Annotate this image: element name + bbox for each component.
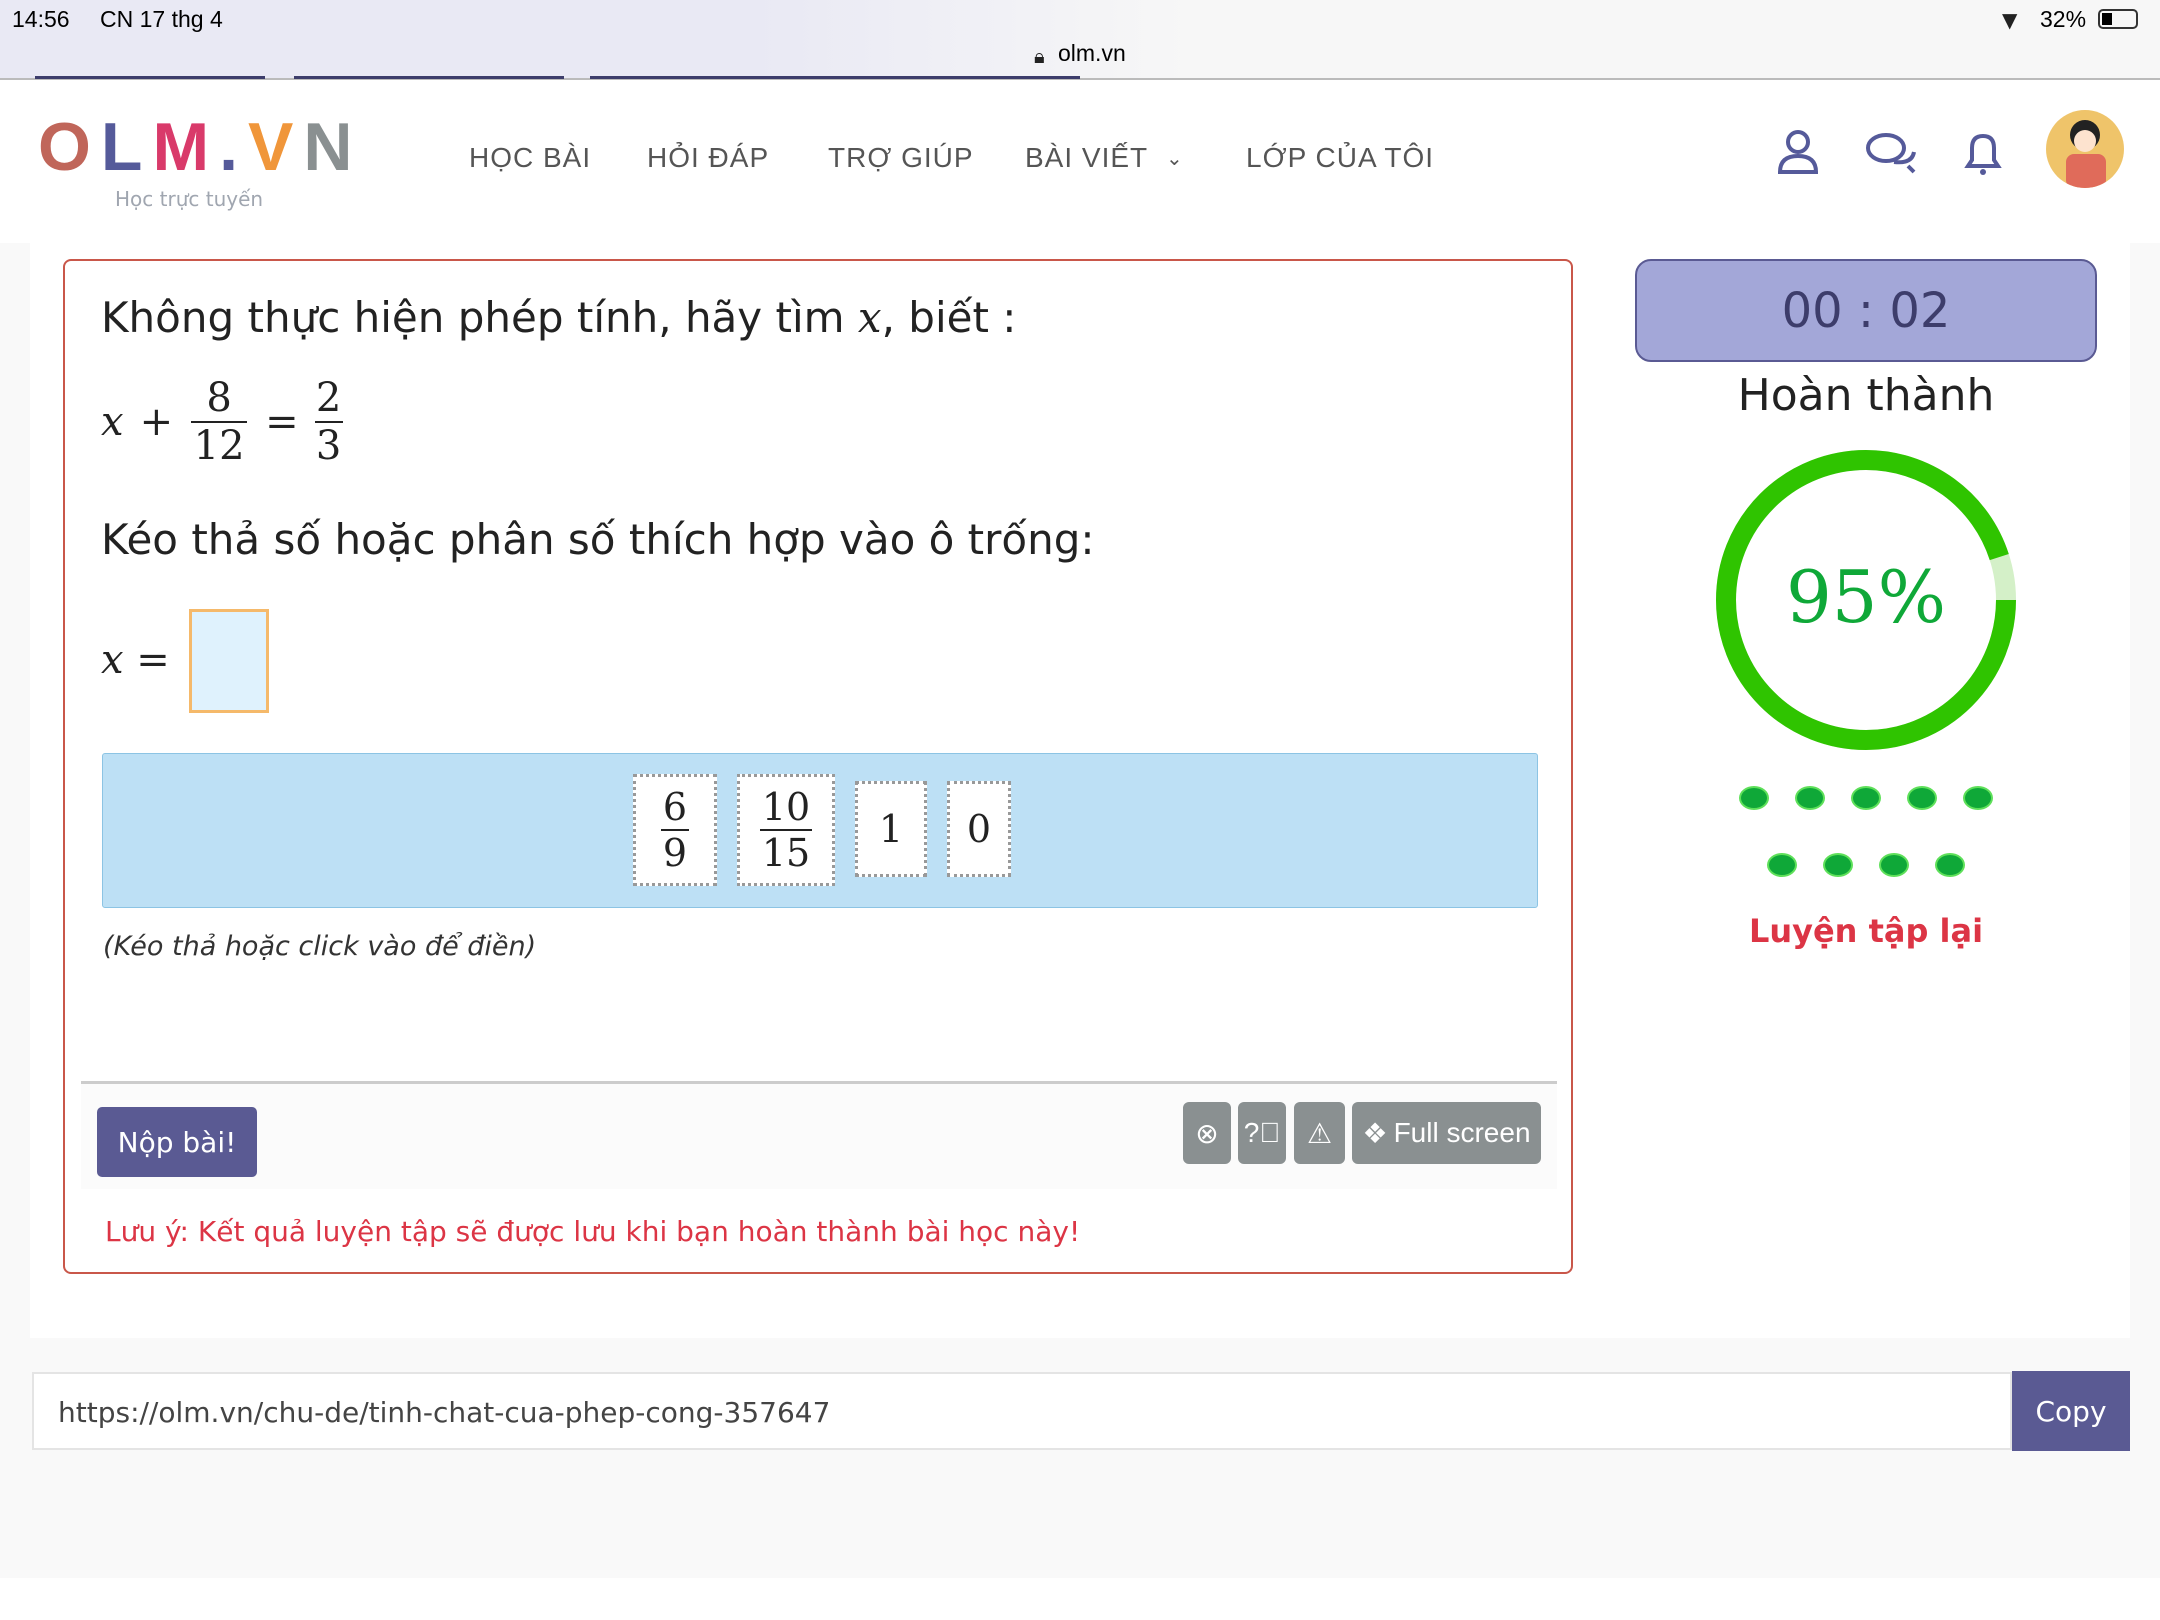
eq-variable: x [101,399,124,445]
bell-icon[interactable] [1962,128,2004,178]
eq-equals: = [265,399,299,445]
battery-icon [2098,9,2138,29]
progress-label: 95% [1785,555,1947,639]
x-circle-icon[interactable]: ⊗ [1183,1102,1231,1164]
question-prompt: Không thực hiện phép tính, hãy tìm x, bi… [101,293,1016,342]
answer-drop-slot[interactable] [189,609,269,713]
eq-plus: + [139,399,174,445]
timer: 00 : 02 [1635,259,2097,362]
tab-indicator [35,76,265,79]
options-tray: 69 10 15 1 0 [102,753,1538,908]
logo-letter: N [303,109,363,185]
logo-tagline: Học trực tuyến [115,187,264,211]
logo-letter: O [38,109,101,185]
question-dot[interactable] [1739,786,1769,810]
warning-icon[interactable]: ⚠︎ [1294,1102,1345,1164]
numerator: 8 [206,375,232,421]
lock-icon: 🔒︎ [1034,44,1045,68]
logo-letter: L [100,109,153,185]
save-note: Lưu ý: Kết quả luyện tập sẽ được lưu khi… [105,1215,1081,1248]
answer-label: x = [101,637,170,683]
compress-icon: ❖ [1362,1117,1388,1149]
hint-text: (Kéo thả hoặc click vào để điền) [103,931,537,962]
question-dot[interactable] [1935,853,1965,877]
question-dot[interactable] [1907,786,1937,810]
chevron-down-icon[interactable]: ⌄ [1166,146,1184,171]
chat-icon[interactable] [1864,130,1918,176]
equation: x + 8 12 = 23 [101,375,343,469]
url-display[interactable]: olm.vn [1058,40,1126,67]
avatar[interactable] [2046,110,2124,188]
denominator: 3 [315,423,342,469]
nav-tro-giup[interactable]: TRỢ GIÚP [828,142,974,174]
nav-bai-viet[interactable]: BÀI VIẾT [1025,142,1148,174]
option-tile[interactable]: 10 15 [737,774,835,886]
submit-button[interactable]: Nộp bài! [97,1107,257,1177]
fullscreen-label: Full screen [1393,1117,1531,1148]
option-tile[interactable]: 1 [855,781,927,877]
nav-hoc-bai[interactable]: HỌC BÀI [469,142,591,174]
page-bottom [0,1578,2160,1620]
retry-link[interactable]: Luyện tập lại [1635,912,2097,950]
question-dot[interactable] [1767,853,1797,877]
nav-hoi-dap[interactable]: HỎI ĐÁP [647,142,769,174]
user-icon[interactable] [1776,128,1820,176]
completion-status: Hoàn thành [1737,370,1995,421]
logo-letter: . [219,109,249,185]
prompt-text: , biết : [881,293,1017,342]
eq-fraction: 8 12 [189,375,249,469]
question-dot[interactable] [1879,853,1909,877]
numerator: 2 [315,375,342,421]
prompt-text: Không thực hiện phép tính, hãy tìm [101,293,858,342]
logo-letter: V [248,109,304,185]
question-dot[interactable] [1823,853,1853,877]
tab-indicator [590,76,1080,79]
eq-fraction: 23 [314,375,343,469]
question-dot[interactable] [1795,786,1825,810]
status-bar: 14:56 CN 17 thg 4 ▼ 32% 🔒︎ olm.vn [0,0,2160,80]
question-panel: Không thực hiện phép tính, hãy tìm x, bi… [63,259,1573,1274]
logo-letter: M [152,109,220,185]
option-tile[interactable]: 69 [633,774,717,886]
logo[interactable]: OLM.VN [38,108,362,186]
status-time: 14:56 [12,6,70,32]
nav-lop-cua-toi[interactable]: LỚP CỦA TÔI [1246,142,1434,174]
wifi-icon: ▼ [2002,8,2018,32]
header: OLM.VN Học trực tuyến HỌC BÀI HỎI ĐÁP TR… [0,80,2160,243]
question-dot[interactable] [1963,786,1993,810]
denominator: 12 [193,423,245,469]
prompt-variable: x [857,293,882,342]
tab-indicator [294,76,564,79]
fullscreen-button[interactable]: ❖ Full screen [1352,1102,1541,1164]
instruction: Kéo thả số hoặc phân số thích hợp vào ô … [101,515,1095,564]
question-dot[interactable] [1851,786,1881,810]
question-circle-icon[interactable]: ?⃝ [1238,1102,1286,1164]
option-tile[interactable]: 0 [947,781,1011,877]
share-url-field[interactable]: https://olm.vn/chu-de/tinh-chat-cua-phep… [32,1372,2012,1450]
status-date: CN 17 thg 4 [100,6,223,32]
battery-percent: 32% [2040,6,2087,32]
copy-button[interactable]: Copy [2012,1371,2130,1451]
